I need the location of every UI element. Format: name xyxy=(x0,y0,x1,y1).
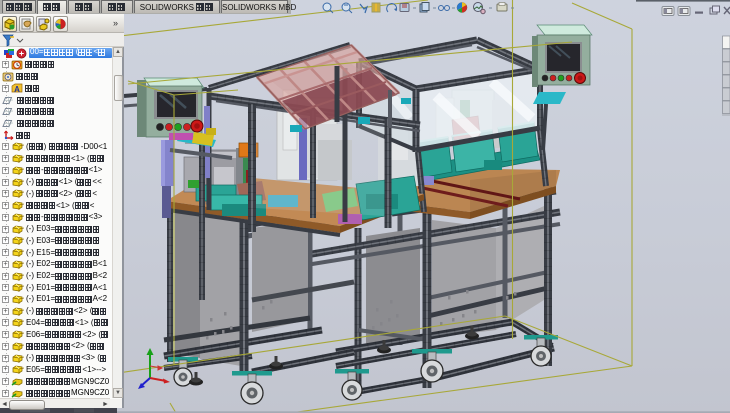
svg-text:A: A xyxy=(14,85,20,94)
